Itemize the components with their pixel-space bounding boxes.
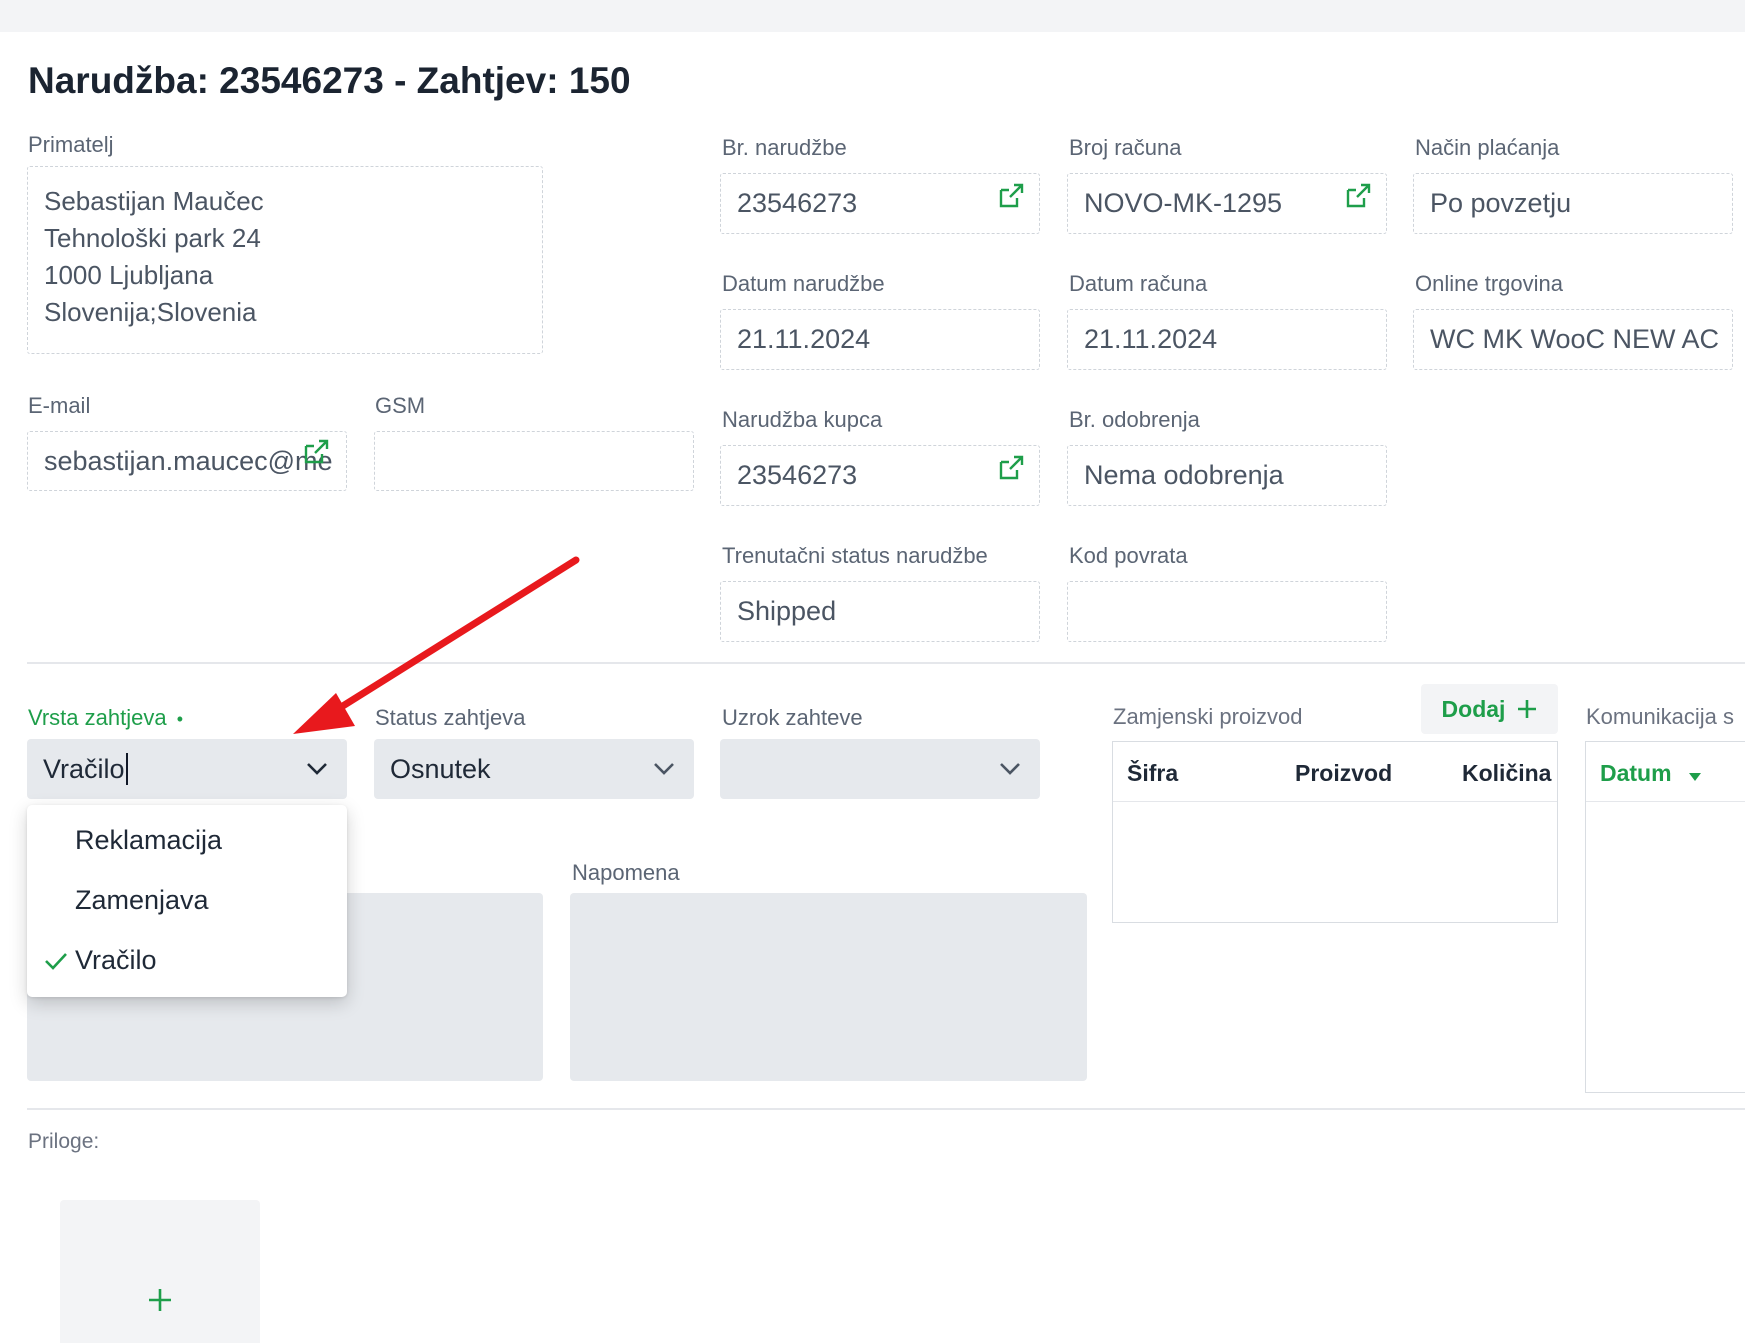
online-shop-value: WC MK WooC NEW AC (1430, 324, 1720, 354)
top-bar (0, 0, 1745, 32)
order-number-label: Br. narudžbe (722, 135, 847, 160)
table-header: Datum (1586, 742, 1745, 802)
order-date-field[interactable]: 21.11.2024 (720, 309, 1040, 370)
sort-down-icon[interactable] (1688, 772, 1702, 782)
recipient-line-city: 1000 Ljubljana (44, 260, 214, 290)
request-cause-label: Uzrok zahteve (722, 705, 863, 730)
add-button-label: Dodaj (1441, 695, 1506, 722)
dropdown-option-reklamacija[interactable]: Reklamacija (75, 825, 222, 856)
payment-method-value: Po povzetju (1430, 188, 1572, 218)
return-code-label: Kod povrata (1069, 543, 1188, 568)
required-marker: • (176, 709, 184, 729)
dropdown-option-vracilo[interactable]: Vračilo (75, 945, 157, 976)
plus-icon (149, 1289, 171, 1311)
section-divider (27, 662, 1745, 664)
column-header-product[interactable]: Proizvod (1295, 760, 1392, 787)
request-cause-select[interactable] (720, 739, 1040, 799)
order-number-value: 23546273 (737, 188, 858, 218)
dropdown-option-zamenjava[interactable]: Zamenjava (75, 885, 209, 916)
order-status-value: Shipped (737, 596, 837, 626)
communication-table: Datum (1585, 741, 1745, 1093)
column-header-date[interactable]: Datum (1600, 760, 1672, 787)
note-textarea[interactable] (570, 893, 1087, 1081)
gsm-field[interactable] (374, 431, 694, 491)
page-title: Narudžba: 23546273 - Zahtjev: 150 (28, 60, 631, 101)
chevron-down-icon (654, 763, 674, 775)
recipient-box: Sebastijan Maučec Tehnološki park 24 100… (27, 166, 543, 354)
approval-number-value: Nema odobrenja (1084, 460, 1284, 490)
request-type-label: Vrsta zahtjeva • (28, 705, 183, 731)
external-link-icon[interactable] (302, 438, 330, 466)
customer-order-field[interactable]: 23546273 (720, 445, 1040, 506)
online-shop-label: Online trgovina (1415, 271, 1563, 296)
approval-number-label: Br. odobrenja (1069, 407, 1200, 432)
email-value: sebastijan.maucec@me (44, 445, 333, 476)
online-shop-field[interactable]: WC MK WooC NEW AC (1413, 309, 1733, 370)
order-status-field[interactable]: Shipped (720, 581, 1040, 642)
replacement-product-label: Zamjenski proizvod (1113, 704, 1303, 729)
request-status-label: Status zahtjeva (375, 705, 526, 730)
order-number-field[interactable]: 23546273 (720, 173, 1040, 234)
request-type-dropdown: Reklamacija Zamenjava Vračilo (27, 805, 347, 997)
chevron-down-icon (1000, 763, 1020, 775)
invoice-date-value: 21.11.2024 (1084, 324, 1218, 354)
external-link-icon[interactable] (1344, 182, 1372, 210)
payment-method-label: Način plaćanja (1415, 135, 1560, 160)
order-date-value: 21.11.2024 (737, 324, 871, 354)
email-label: E-mail (28, 393, 91, 418)
order-status-label: Trenutačni status narudžbe (722, 543, 988, 568)
column-header-quantity[interactable]: Količina (1462, 760, 1551, 787)
recipient-line-street: Tehnološki park 24 (44, 223, 261, 253)
attachments-label: Priloge: (28, 1130, 100, 1153)
note-label: Napomena (572, 860, 680, 885)
text-caret (125, 753, 128, 785)
invoice-date-field[interactable]: 21.11.2024 (1067, 309, 1387, 370)
communication-label: Komunikacija s (1586, 704, 1734, 729)
request-type-label-text: Vrsta zahtjeva (28, 705, 167, 730)
request-status-value: Osnutek (390, 753, 491, 784)
replacement-table: Šifra Proizvod Količina (1112, 741, 1558, 923)
payment-method-field[interactable]: Po povzetju (1413, 173, 1733, 234)
invoice-number-value: NOVO-MK-1295 (1084, 188, 1283, 218)
recipient-line-name: Sebastijan Maučec (44, 186, 264, 216)
check-icon (45, 953, 67, 970)
recipient-line-country: Slovenija;Slovenia (44, 297, 257, 327)
email-field[interactable]: sebastijan.maucec@me (27, 431, 347, 491)
column-header-code[interactable]: Šifra (1127, 760, 1178, 787)
order-date-label: Datum narudžbe (722, 271, 885, 296)
external-link-icon[interactable] (997, 182, 1025, 210)
recipient-label: Primatelj (28, 132, 114, 157)
attachments-divider (27, 1108, 1745, 1110)
customer-order-value: 23546273 (737, 460, 858, 490)
invoice-number-field[interactable]: NOVO-MK-1295 (1067, 173, 1387, 234)
approval-number-field[interactable]: Nema odobrenja (1067, 445, 1387, 506)
add-replacement-button[interactable]: Dodaj (1421, 684, 1558, 734)
request-type-select[interactable]: Vračilo (27, 739, 347, 799)
customer-order-label: Narudžba kupca (722, 407, 883, 432)
request-type-value: Vračilo (43, 753, 125, 784)
request-status-select[interactable]: Osnutek (374, 739, 694, 799)
add-attachment-button[interactable] (60, 1200, 260, 1343)
gsm-label: GSM (375, 393, 426, 418)
external-link-icon[interactable] (997, 454, 1025, 482)
plus-icon (1518, 700, 1537, 718)
invoice-number-label: Broj računa (1069, 135, 1182, 160)
table-header: Šifra Proizvod Količina (1113, 742, 1557, 802)
return-code-field[interactable] (1067, 581, 1387, 642)
chevron-down-icon (307, 763, 327, 775)
invoice-date-label: Datum računa (1069, 271, 1208, 296)
